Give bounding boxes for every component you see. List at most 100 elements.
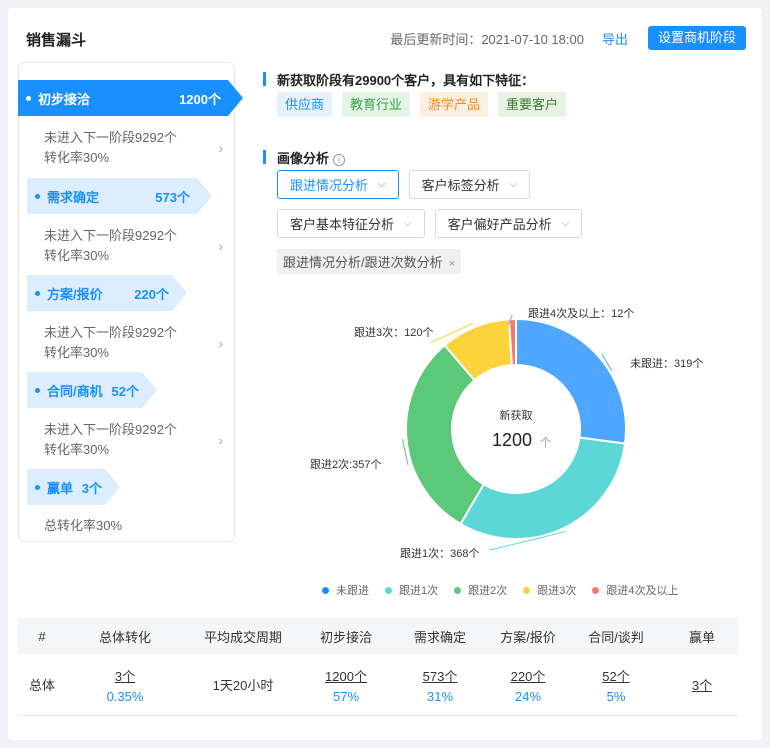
stage-count: 1200个 xyxy=(179,91,221,107)
stage-count: 220个 xyxy=(134,286,169,302)
chevron-down-icon: ⌵ xyxy=(561,218,570,229)
chart-legend: 未跟进 跟进1次 跟进2次 跟进3次 跟进4次及以上 xyxy=(322,582,679,598)
analysis-selects: 跟进情况分析 ⌵ 客户标签分析 ⌵ 客户基本特征分析 ⌵ 客户偏好产品分析 ⌵ xyxy=(277,170,687,238)
feature-tag: 游学产品 xyxy=(420,92,489,117)
donut-chart: 未跟进：319个 跟进1次：368个 跟进2次:357个 跟进3次：120个 跟进4次及… xyxy=(290,295,710,575)
funnel-stage-4[interactable]: 合同/商机 52个 xyxy=(27,372,157,408)
stage-dot xyxy=(35,290,40,296)
donut-center-unit: 个 xyxy=(540,436,551,449)
cell-stage-3: 220个 24% xyxy=(490,666,566,704)
cell-count-link[interactable]: 573个 xyxy=(390,666,490,685)
export-link[interactable]: 导出 xyxy=(602,29,628,48)
cell-stage-4: 52个 5% xyxy=(566,666,666,704)
stage-count: 573个 xyxy=(155,189,190,205)
stage-detail-line: 转化率30% xyxy=(44,442,110,457)
stage-detail-line: 转化率30% xyxy=(44,248,110,263)
legend-label: 跟进4次及以上 xyxy=(606,585,679,597)
filter-chip[interactable]: 跟进情况分析/跟进次数分析 × xyxy=(277,249,462,274)
chevron-down-icon: ⌵ xyxy=(378,179,386,190)
page-title: 销售漏斗 xyxy=(26,32,87,49)
funnel-stage-3[interactable]: 方案/报价 220个 xyxy=(27,275,187,311)
chevron-down-icon: ⌵ xyxy=(509,179,518,190)
stage-count: 52个 xyxy=(111,383,139,399)
table-header-cell: 需求确定 xyxy=(413,629,466,645)
select-label: 客户标签分析 xyxy=(421,178,500,193)
filter-chip-label: 跟进情况分析/跟进次数分析 xyxy=(283,255,443,270)
stage-4-detail[interactable]: 未进入下一阶段9292个 转化率30% › xyxy=(44,420,229,460)
select-label: 跟进情况分析 xyxy=(290,178,369,193)
features-title: 新获取阶段有29900个客户，具有如下特征： xyxy=(277,73,535,88)
chevron-right-icon: › xyxy=(218,140,223,156)
select-product-preference-analysis[interactable]: 客户偏好产品分析 ⌵ xyxy=(434,209,583,238)
donut-center-title: 新获取 xyxy=(500,408,533,422)
stage-2-detail[interactable]: 未进入下一阶段9292个 转化率30% › xyxy=(44,226,229,266)
stage-3-detail[interactable]: 未进入下一阶段9292个 转化率30% › xyxy=(44,323,229,363)
donut-slice[interactable] xyxy=(459,436,627,540)
cell-count-link[interactable]: 3个 xyxy=(66,666,184,685)
cell-count-link[interactable]: 1200个 xyxy=(302,666,390,685)
feature-tag: 供应商 xyxy=(277,92,333,117)
legend-dot xyxy=(592,586,600,594)
select-followup-analysis[interactable]: 跟进情况分析 ⌵ xyxy=(277,170,399,199)
slice-label: 跟进2次:357个 xyxy=(310,457,382,471)
chevron-right-icon: › xyxy=(218,238,223,254)
legend-dot xyxy=(322,586,329,594)
legend-item[interactable]: 跟进3次 xyxy=(523,582,576,598)
funnel-stage-2[interactable]: 需求确定 573个 xyxy=(27,178,212,214)
analysis-title: 画像分析 i xyxy=(277,148,346,167)
legend-label: 跟进1次 xyxy=(399,585,439,597)
legend-dot xyxy=(385,586,392,594)
cell-count-link[interactable]: 3个 xyxy=(666,675,738,694)
cell-total-conversion: 3个 0.35% xyxy=(66,666,184,704)
stage-arrow-bg xyxy=(27,469,120,505)
stage-detail-line: 未进入下一阶段9292个 xyxy=(44,422,177,437)
donut-slice[interactable] xyxy=(515,317,627,445)
table-row: 总体 3个 0.35% 1天20小时 1200个 57% 573个 31% 22… xyxy=(18,654,738,716)
stage-name: 合同/商机 xyxy=(47,383,103,399)
legend-item[interactable]: 跟进2次 xyxy=(454,582,507,598)
funnel-stage-1[interactable]: 初步接洽 1200个 xyxy=(18,80,243,116)
chevron-right-icon: › xyxy=(218,432,223,448)
feature-tags: 供应商 教育行业 游学产品 重要客户 xyxy=(277,92,567,117)
slice-label: 跟进3次：120个 xyxy=(354,325,433,339)
stage-1-detail[interactable]: 未进入下一阶段9292个 转化率30% › xyxy=(44,128,229,168)
section-marker xyxy=(263,72,266,86)
cell-count-link[interactable]: 52个 xyxy=(566,666,666,685)
legend-item[interactable]: 未跟进 xyxy=(322,582,369,598)
stage-count: 3个 xyxy=(81,480,102,496)
close-icon[interactable]: × xyxy=(449,258,455,270)
stage-name: 赢单 xyxy=(47,480,74,496)
legend-dot xyxy=(454,586,462,594)
cell-rate: 5% xyxy=(606,688,626,704)
table-header-cell: 初步接洽 xyxy=(319,629,372,645)
cell-stage-2: 573个 31% xyxy=(390,666,490,704)
select-customer-tag-analysis[interactable]: 客户标签分析 ⌵ xyxy=(408,170,531,199)
feature-tag: 重要客户 xyxy=(498,92,567,117)
stage-name: 初步接洽 xyxy=(38,91,91,107)
legend-item[interactable]: 跟进4次及以上 xyxy=(592,582,679,598)
stage-detail-line: 转化率30% xyxy=(44,345,110,360)
stage-dot xyxy=(35,193,40,199)
donut-chart-svg: 未跟进：319个跟进1次：368个 跟进2次:357个 跟进3次：120个 跟进4次及… xyxy=(310,306,703,560)
legend-item[interactable]: 跟进1次 xyxy=(385,582,438,598)
cell-count-link[interactable]: 220个 xyxy=(490,666,566,685)
select-label: 客户基本特征分析 xyxy=(290,217,395,232)
legend-label: 未跟进 xyxy=(336,585,369,597)
table-header-cell: 总体转化 xyxy=(98,629,151,645)
row-label: 总体 xyxy=(28,678,55,693)
stage-dot xyxy=(35,387,40,393)
stage-5-detail: 总转化率30% xyxy=(44,516,229,536)
cell-rate: 0.35% xyxy=(106,688,144,704)
select-basic-feature-analysis[interactable]: 客户基本特征分析 ⌵ xyxy=(277,209,425,238)
funnel-stage-5[interactable]: 赢单 3个 xyxy=(27,469,120,505)
select-label: 客户偏好产品分析 xyxy=(447,217,552,232)
info-icon[interactable]: i xyxy=(333,153,346,166)
cell-win: 3个 xyxy=(666,675,738,694)
table-header-cell: 方案/报价 xyxy=(500,629,556,645)
set-stage-button[interactable]: 设置商机阶段 xyxy=(647,26,746,50)
stage-name: 方案/报价 xyxy=(47,286,103,302)
stage-dot xyxy=(26,95,31,101)
slice-label: 跟进1次：368个 xyxy=(400,546,479,560)
stage-detail-line: 转化率30% xyxy=(44,150,110,165)
table-header-cell: 赢单 xyxy=(688,629,715,645)
